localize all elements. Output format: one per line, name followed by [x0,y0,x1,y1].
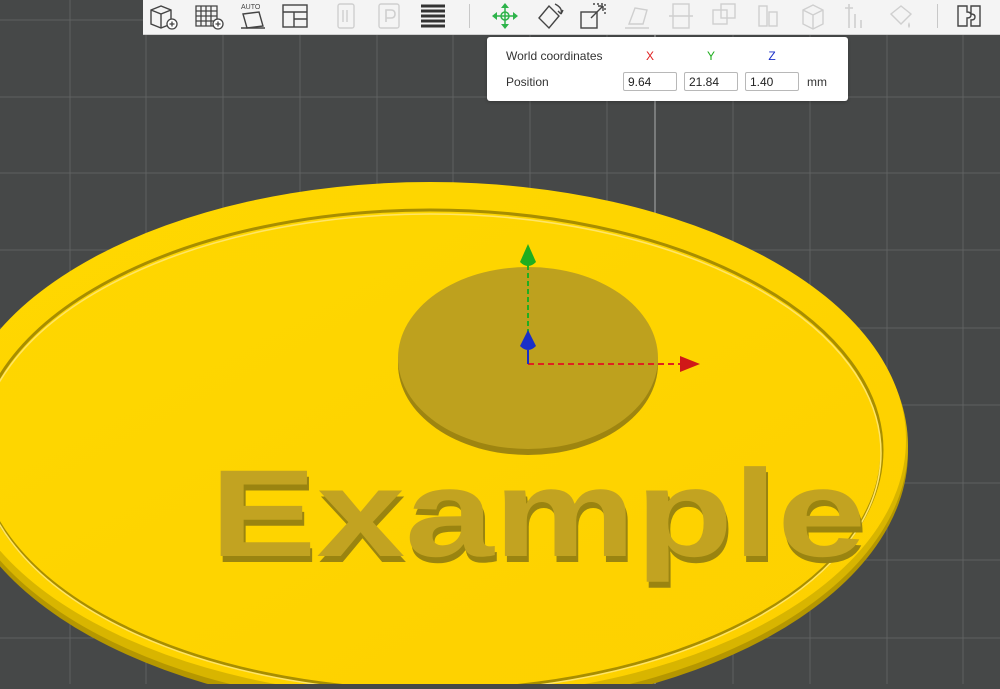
move-icon[interactable] [487,0,523,32]
world-coordinates-label: World coordinates [506,49,603,63]
support-paint-icon[interactable] [751,0,787,32]
placeholder-icon[interactable] [327,0,363,32]
unit-label: mm [807,75,827,89]
axis-y-label: Y [706,49,715,63]
position-y-input[interactable] [684,72,738,91]
svg-text:AUTO: AUTO [241,4,261,11]
plate-p-icon[interactable] [371,0,407,32]
3d-viewport[interactable]: Example Example [0,0,1000,689]
layout-icon[interactable] [277,0,313,32]
measure-icon[interactable] [839,0,875,32]
embossed-text: Example [210,445,866,583]
scene-canvas[interactable]: Example Example [0,0,1000,689]
cut-icon[interactable] [663,0,699,32]
scale-icon[interactable] [575,0,611,32]
auto-orient-icon[interactable]: AUTO [235,0,271,32]
seam-icon[interactable] [795,0,831,32]
move-tool-panel: World coordinates X Y Z Position mm [487,37,848,101]
add-cube-icon[interactable] [145,0,181,32]
layers-icon[interactable] [415,0,451,32]
position-label: Position [506,75,549,89]
rotate-icon[interactable] [531,0,567,32]
axis-x-label: X [645,49,654,63]
position-z-input[interactable] [745,72,799,91]
position-x-input[interactable] [623,72,677,91]
top-toolbar: AUTO [143,0,1000,35]
lay-on-face-icon[interactable] [619,0,655,32]
fill-icon[interactable] [883,0,919,32]
assembly-icon[interactable] [951,0,987,32]
axis-z-label: Z [768,49,776,63]
arrange-grid-icon[interactable] [191,0,227,32]
boolean-icon[interactable] [707,0,743,32]
